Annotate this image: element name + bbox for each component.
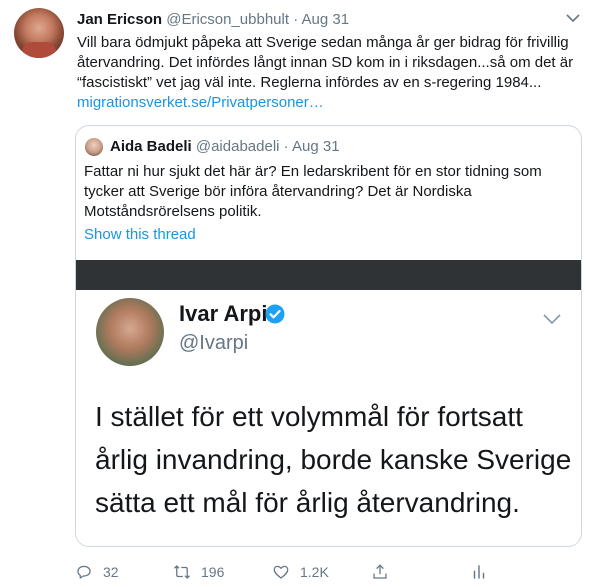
image-tweet-text: I stället för ett volymmål för fortsatt … (95, 395, 575, 524)
separator-dot: · (283, 138, 289, 155)
quoted-header: Aida Badeli @aidabadeli · Aug 31 (110, 138, 340, 155)
retweet-button[interactable]: 196 (173, 560, 224, 584)
verified-badge-icon (265, 304, 285, 324)
image-profile-name: Ivar Arpi (179, 301, 268, 326)
heart-icon (273, 565, 289, 579)
analytics-button[interactable] (470, 560, 498, 584)
tweet-text-line: Vill bara ödmjukt påpeka att Sverige sed… (77, 34, 569, 51)
tweet-text-line: “fascistiskt” vet jag väl inte. Reglerna… (77, 74, 542, 91)
author-handle[interactable]: @Ericson_ubbhult (166, 11, 289, 28)
separator-dot: · (293, 11, 299, 28)
reply-button[interactable]: 32 (75, 560, 119, 584)
author-avatar[interactable] (14, 8, 64, 58)
quoted-author-handle[interactable]: @aidabadeli (196, 138, 280, 155)
chevron-down-icon[interactable] (566, 13, 580, 23)
tweet-text: Vill bara ödmjukt påpeka att Sverige sed… (77, 33, 577, 113)
tweet-text-line: återvandring. Det infördes långt innan S… (77, 54, 574, 71)
quoted-author-avatar[interactable] (85, 138, 103, 156)
retweet-count: 196 (201, 564, 225, 580)
chevron-down-icon (543, 314, 561, 325)
show-thread-link[interactable]: Show this thread (84, 226, 196, 243)
tweet-link[interactable]: migrationsverket.se/Privatpersoner… (77, 93, 577, 113)
image-dark-band (76, 260, 581, 290)
quoted-text: Fattar ni hur sjukt det här är? En ledar… (84, 162, 574, 222)
share-icon (373, 564, 387, 579)
analytics-icon (473, 565, 485, 579)
reply-icon (77, 565, 91, 579)
quoted-author-name[interactable]: Aida Badeli (110, 138, 192, 155)
author-name[interactable]: Jan Ericson (77, 11, 162, 28)
quoted-image[interactable]: Ivar Arpi @Ivarpi I stället för ett voly… (76, 260, 581, 546)
quoted-text-line: Fattar ni hur sjukt det här är? En ledar… (84, 163, 542, 180)
image-text-line: I stället för ett volymmål för fortsatt (95, 401, 523, 432)
retweet-icon (174, 565, 190, 579)
quoted-text-line: tycker att Sverige bör införa återvandri… (84, 183, 472, 200)
like-button[interactable]: 1.2K (272, 560, 329, 584)
tweet-actions: 32 196 1.2K (75, 560, 580, 584)
tweet-header: Jan Ericson @Ericson_ubbhult · Aug 31 (77, 11, 349, 28)
image-profile-avatar (96, 298, 164, 366)
reply-count: 32 (103, 564, 119, 580)
image-profile-handle: @Ivarpi (179, 332, 249, 354)
quoted-text-line: Motståndsrörelsens politik. (84, 203, 262, 220)
quoted-date[interactable]: Aug 31 (292, 138, 340, 155)
like-count: 1.2K (300, 564, 329, 580)
share-button[interactable] (371, 560, 399, 584)
image-text-line: sätta ett mål för årlig återvandring. (95, 487, 520, 518)
image-text-line: årlig invandring, borde kanske Sverige (95, 444, 572, 475)
tweet-date[interactable]: Aug 31 (302, 11, 350, 28)
quoted-tweet[interactable]: Aida Badeli @aidabadeli · Aug 31 Fattar … (75, 125, 582, 547)
